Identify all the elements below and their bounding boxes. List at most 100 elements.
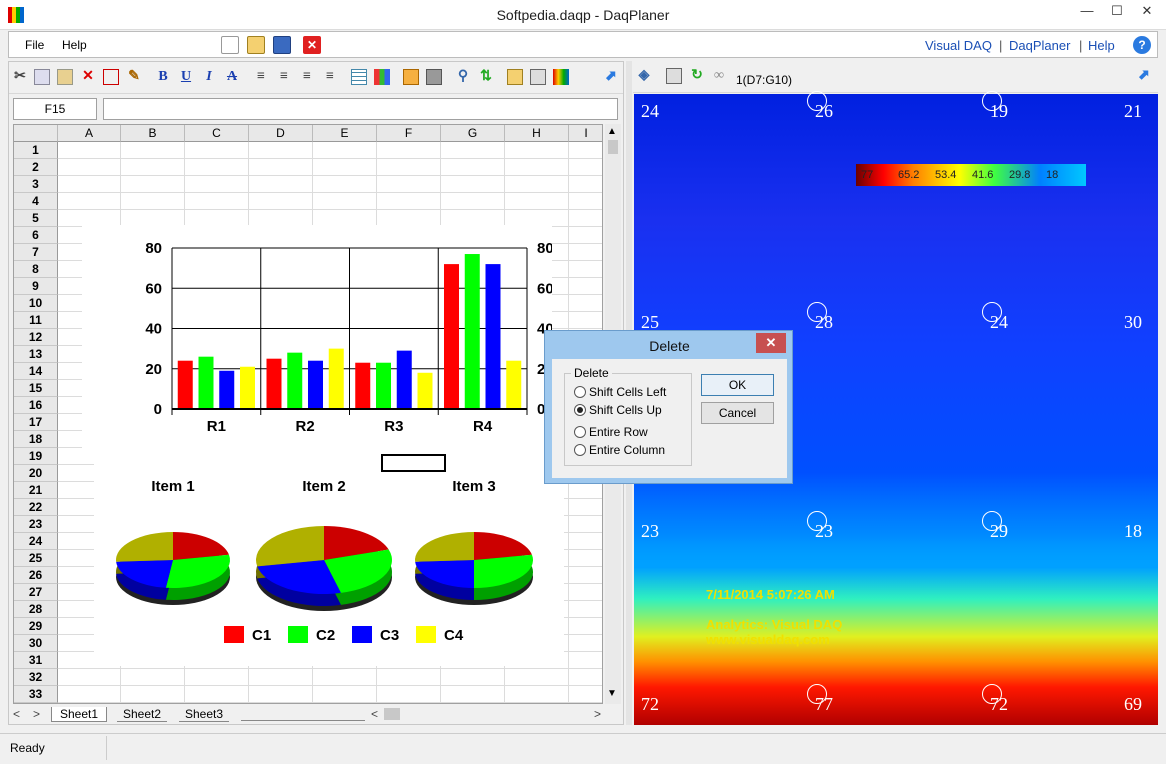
tab-scroll-left-icon[interactable]: < (13, 707, 20, 721)
undock-icon[interactable]: ⬈ (603, 69, 619, 85)
strikethrough-icon[interactable]: A (224, 69, 240, 85)
row-header-6[interactable]: 6 (14, 227, 58, 244)
column-header-G[interactable]: G (441, 125, 505, 142)
sensor-marker[interactable] (807, 302, 827, 322)
column-header-D[interactable]: D (249, 125, 313, 142)
chart-icon[interactable] (374, 69, 390, 85)
radio-entire-row[interactable] (574, 426, 586, 438)
row-header-12[interactable]: 12 (14, 329, 58, 346)
find-icon[interactable]: ⚲ (455, 69, 471, 85)
sensor-marker[interactable] (982, 684, 1002, 704)
radio-shift-cells-up[interactable] (574, 404, 586, 416)
column-header-C[interactable]: C (185, 125, 249, 142)
format-painter-icon[interactable]: ✎ (126, 69, 142, 85)
hscroll-thumb[interactable] (384, 708, 400, 720)
tab-sheet2[interactable]: Sheet2 (117, 707, 168, 722)
radio-label[interactable]: Shift Cells Left (589, 385, 666, 399)
row-header-27[interactable]: 27 (14, 584, 58, 601)
new-file-icon[interactable] (221, 36, 239, 54)
row-header-28[interactable]: 28 (14, 601, 58, 618)
row-header-15[interactable]: 15 (14, 380, 58, 397)
row-header-21[interactable]: 21 (14, 482, 58, 499)
sensor-marker[interactable] (982, 91, 1002, 111)
row-header-13[interactable]: 13 (14, 346, 58, 363)
row-header-24[interactable]: 24 (14, 533, 58, 550)
row-header-8[interactable]: 8 (14, 261, 58, 278)
menu-help[interactable]: Help (62, 38, 87, 52)
undock-icon[interactable]: ⬈ (1136, 68, 1152, 84)
row-header-3[interactable]: 3 (14, 176, 58, 193)
row-header-22[interactable]: 22 (14, 499, 58, 516)
minimize-button[interactable]: — (1072, 0, 1102, 22)
sensor-marker[interactable] (982, 511, 1002, 531)
row-header-29[interactable]: 29 (14, 618, 58, 635)
column-header-F[interactable]: F (377, 125, 441, 142)
hscroll-right-icon[interactable]: > (594, 707, 601, 721)
close-file-icon[interactable]: ✕ (303, 36, 321, 54)
tab-sheet1[interactable]: Sheet1 (51, 707, 108, 722)
radio-entire-column[interactable] (574, 444, 586, 456)
row-header-16[interactable]: 16 (14, 397, 58, 414)
select-all-corner[interactable] (14, 125, 58, 142)
copy-icon[interactable] (34, 69, 50, 85)
selected-cell[interactable] (381, 454, 446, 472)
link-daqplaner[interactable]: DaqPlaner (1009, 38, 1070, 53)
calc-icon[interactable] (666, 68, 682, 84)
visual-daq-icon[interactable] (553, 69, 569, 85)
column-header-E[interactable]: E (313, 125, 377, 142)
align-right-icon[interactable]: ≡ (322, 69, 338, 85)
row-header-7[interactable]: 7 (14, 244, 58, 261)
print-icon[interactable] (426, 69, 442, 85)
row-header-23[interactable]: 23 (14, 516, 58, 533)
justify-icon[interactable]: ≡ (299, 69, 315, 85)
row-header-10[interactable]: 10 (14, 295, 58, 312)
underline-icon[interactable]: U (178, 69, 194, 85)
sort-icon[interactable]: ⇅ (478, 69, 494, 85)
cut-icon[interactable]: ✂ (12, 69, 28, 85)
form-icon[interactable] (403, 69, 419, 85)
row-header-19[interactable]: 19 (14, 448, 58, 465)
formula-bar[interactable] (103, 98, 618, 120)
radio-label[interactable]: Shift Cells Up (589, 403, 662, 417)
row-header-4[interactable]: 4 (14, 193, 58, 210)
maximize-button[interactable]: ☐ (1102, 0, 1132, 22)
menu-file[interactable]: File (25, 38, 44, 52)
row-header-33[interactable]: 33 (14, 686, 58, 703)
delete-icon[interactable]: ✕ (80, 69, 96, 85)
row-header-30[interactable]: 30 (14, 635, 58, 652)
dialog-close-button[interactable]: ✕ (756, 333, 786, 353)
tab-scroll-right-icon[interactable]: > (33, 707, 40, 721)
row-header-25[interactable]: 25 (14, 550, 58, 567)
refresh-icon[interactable]: ↻ (689, 68, 705, 84)
sensor-marker[interactable] (982, 302, 1002, 322)
column-header-I[interactable]: I (569, 125, 602, 142)
align-center-icon[interactable]: ≡ (276, 69, 292, 85)
calculator-icon[interactable] (530, 69, 546, 85)
open-icon[interactable] (507, 69, 523, 85)
row-header-9[interactable]: 9 (14, 278, 58, 295)
column-header-A[interactable]: A (58, 125, 121, 142)
row-header-32[interactable]: 32 (14, 669, 58, 686)
row-header-18[interactable]: 18 (14, 431, 58, 448)
row-header-2[interactable]: 2 (14, 159, 58, 176)
row-header-14[interactable]: 14 (14, 363, 58, 380)
layout-icon[interactable]: ◈ (636, 68, 652, 84)
link-visual-daq[interactable]: Visual DAQ (925, 38, 992, 53)
table-icon[interactable] (351, 69, 367, 85)
open-file-icon[interactable] (247, 36, 265, 54)
radio-label[interactable]: Entire Column (589, 443, 665, 457)
bold-icon[interactable]: B (155, 69, 171, 85)
cancel-button[interactable]: Cancel (701, 402, 774, 424)
sensor-marker[interactable] (807, 511, 827, 531)
column-header-H[interactable]: H (505, 125, 569, 142)
cell-reference[interactable]: F15 (13, 98, 97, 120)
row-header-1[interactable]: 1 (14, 142, 58, 159)
row-header-20[interactable]: 20 (14, 465, 58, 482)
scroll-thumb[interactable] (608, 140, 618, 154)
row-header-17[interactable]: 17 (14, 414, 58, 431)
help-icon[interactable]: ? (1133, 36, 1151, 54)
ok-button[interactable]: OK (701, 374, 774, 396)
row-header-5[interactable]: 5 (14, 210, 58, 227)
sensor-marker[interactable] (807, 684, 827, 704)
row-header-11[interactable]: 11 (14, 312, 58, 329)
